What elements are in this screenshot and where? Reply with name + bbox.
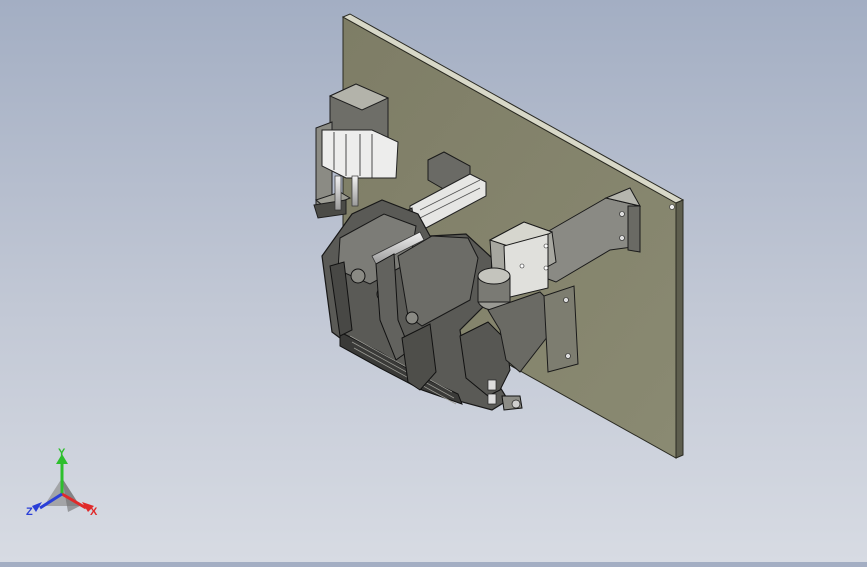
view-orientation-triad[interactable]: Y X Z <box>22 447 108 524</box>
plate-mount-tab[interactable] <box>543 285 579 373</box>
y-axis-label: Y <box>58 448 66 459</box>
cad-model-view[interactable] <box>0 0 867 562</box>
graphics-viewport[interactable] <box>0 0 867 562</box>
z-axis-label: Z <box>26 506 33 518</box>
x-axis-label: X <box>90 506 98 518</box>
